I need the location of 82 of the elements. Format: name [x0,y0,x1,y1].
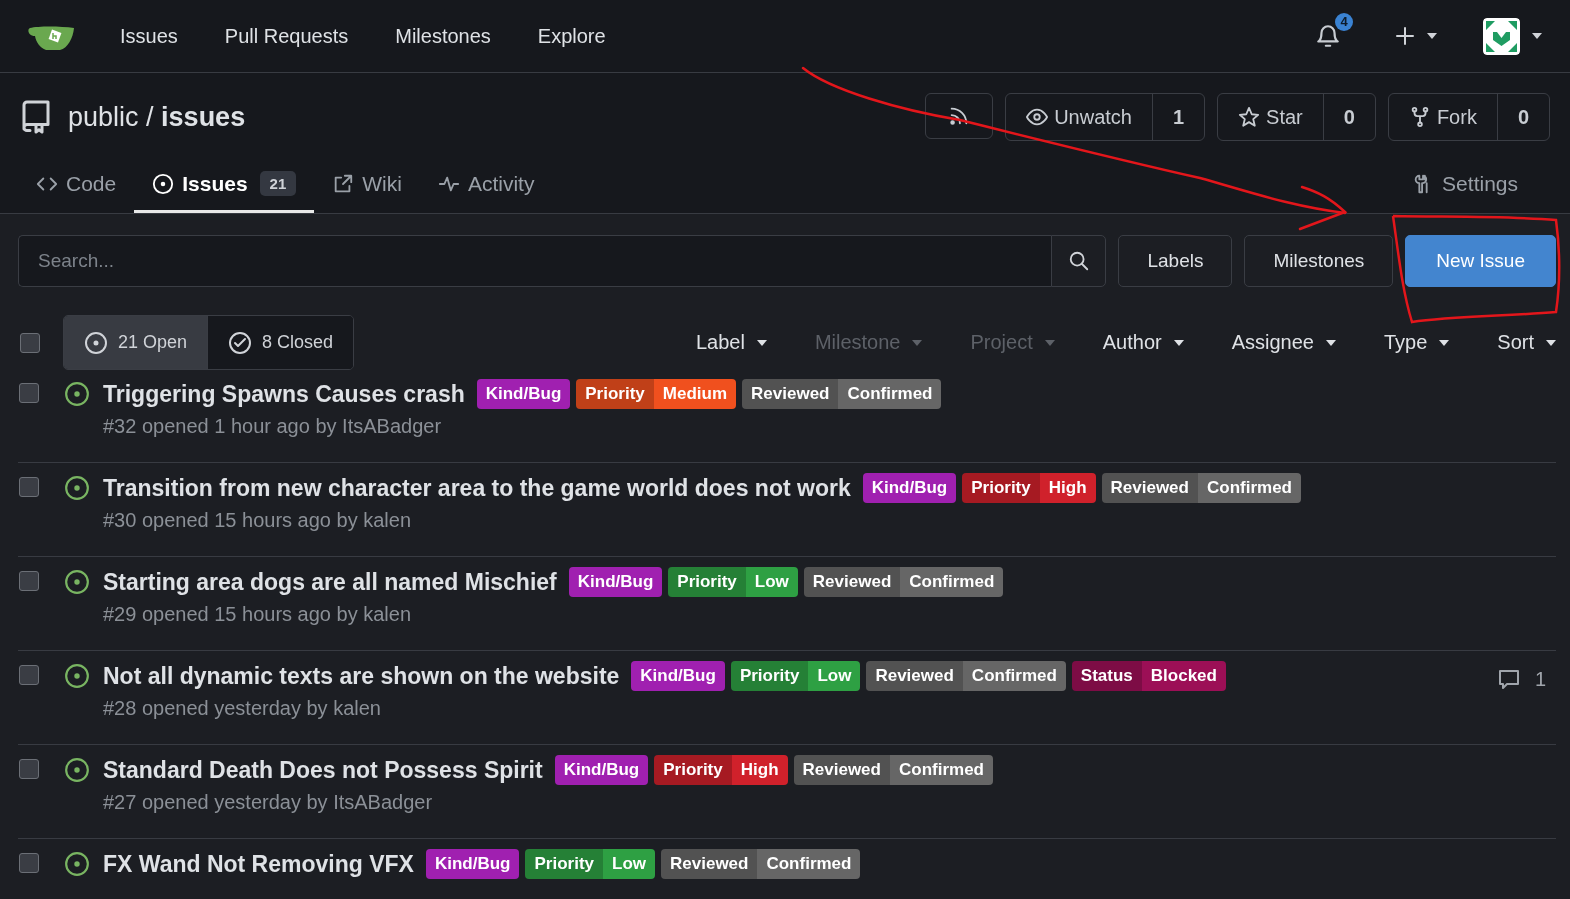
open-issue-icon [84,330,108,355]
open-issue-icon [64,381,90,407]
caret-icon [1173,339,1184,346]
caret-icon [1427,33,1437,39]
issue-label[interactable]: Kind/Bug [631,661,725,691]
caret-icon [756,339,767,346]
external-link-icon [332,173,355,195]
issue-meta: #32 opened 1 hour ago by ItsABadger [103,415,443,438]
issue-label[interactable]: Kind/Bug [554,755,649,785]
open-issue-icon [64,851,90,877]
caret-icon [1044,339,1055,346]
open-issue-icon [64,757,90,783]
issue-checkbox[interactable] [19,759,39,779]
filter-dropdown[interactable]: Sort [1449,331,1556,354]
nav-link[interactable]: Issues [120,24,178,48]
filter-link-button[interactable]: Milestones [1244,235,1394,287]
new-issue-button[interactable]: New Issue [1405,235,1556,287]
notification-badge: 4 [1335,13,1353,31]
issue-label[interactable]: Kind/Bug [862,473,957,503]
repo-title: public / issues [68,101,246,133]
caret-icon [1439,339,1450,346]
filter-dropdown[interactable]: Assignee [1183,331,1336,354]
nav-link[interactable]: Explore [537,24,606,48]
fork-count[interactable]: 0 [1496,94,1549,140]
bell-icon [1315,23,1341,49]
issue-meta: #29 opened 15 hours ago by kalen [103,603,413,626]
star-button[interactable]: Star [1218,94,1323,140]
select-all-checkbox[interactable] [20,332,40,353]
search-icon [1067,250,1090,272]
repo-tab[interactable]: Issues 21 [134,171,315,213]
search-button[interactable] [1051,235,1107,287]
issue-icon [152,172,175,195]
fork-button[interactable]: Fork [1388,94,1497,140]
issue-label[interactable]: Kind/Bug [476,379,571,409]
watch-count[interactable]: 1 [1151,94,1205,140]
eye-icon [1026,106,1049,128]
issue-label[interactable]: Kind/Bug [568,567,663,597]
issue-checkbox[interactable] [19,477,39,497]
issue-title[interactable]: Starting area dogs are all named Mischief [103,568,557,596]
issue-title[interactable]: FX Wand Not Removing VFX [103,850,414,878]
repo-tab[interactable]: Code [18,172,135,213]
issue-title[interactable]: Triggering Spawns Causes crash [103,380,465,408]
star-icon [1238,106,1261,128]
comment-count: 1 [1534,667,1546,691]
issue-checkbox[interactable] [19,571,39,591]
issue-label[interactable]: Kind/Bug [425,849,520,879]
repo-tab[interactable]: Activity [419,172,553,213]
issue-title[interactable]: Not all dynamic texts are shown on the website [103,662,620,690]
nav-link[interactable]: Milestones [395,24,491,48]
caret-icon [1546,339,1556,346]
issue-checkbox[interactable] [19,853,39,873]
settings-tab[interactable]: Settings [1394,172,1536,213]
filter-dropdown[interactable]: Type [1335,331,1450,354]
avatar-icon[interactable] [1483,17,1520,55]
caret-icon [1532,33,1542,39]
check-circle-icon [228,330,253,355]
issue-state-tab[interactable]: 8 Closed [207,316,354,369]
filter-dropdown[interactable]: Author [1054,331,1184,354]
open-issue-icon [64,475,90,501]
search-field[interactable]: Search... [18,235,1052,287]
issue-meta: #30 opened 15 hours ago by kalen [103,509,413,532]
open-issue-icon [64,663,90,689]
caret-icon [912,339,923,346]
plus-icon [1393,24,1417,48]
filter-dropdown[interactable]: Label [695,331,767,354]
issue-meta: #27 opened yesterday by ItsABadger [103,791,434,814]
nav-link[interactable]: Pull Requests [224,24,349,48]
issue-checkbox[interactable] [19,383,39,403]
issue-state-tab[interactable]: 21 Open [64,316,208,369]
star-count[interactable]: 0 [1322,94,1375,140]
filter-link-button[interactable]: Labels [1118,235,1233,287]
comment-icon [1496,667,1521,691]
watch-button[interactable]: Unwatch [1006,94,1152,140]
open-issue-icon [64,569,90,595]
issue-count-badge: 21 [259,171,297,196]
issue-title[interactable]: Transition from new character area to the game world does not work [103,474,851,502]
issue-meta: #28 opened yesterday by kalen [103,697,382,720]
caret-icon [1325,339,1336,346]
issue-title[interactable]: Standard Death Does not Possess Spirit [103,756,543,784]
rss-button[interactable] [925,93,994,139]
issue-checkbox[interactable] [19,665,39,685]
repo-tab[interactable]: Wiki [314,172,420,213]
